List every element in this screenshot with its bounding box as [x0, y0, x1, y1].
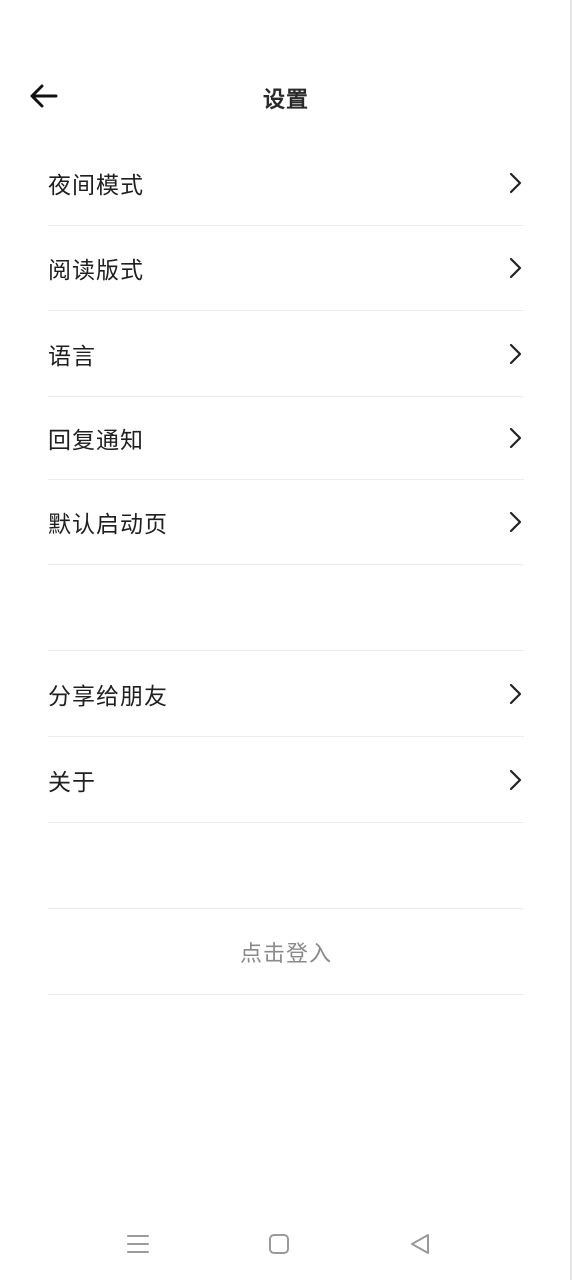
settings-item-label: 语言: [48, 343, 96, 370]
settings-item-night-mode[interactable]: 夜间模式: [48, 140, 524, 226]
triangle-back-icon: [409, 1233, 431, 1259]
page-title: 设置: [262, 88, 309, 113]
settings-item-default-start-page[interactable]: 默认启动页: [48, 480, 524, 564]
nav-menu-button[interactable]: [118, 1226, 158, 1266]
chevron-right-icon: [506, 682, 524, 706]
login-button[interactable]: 点击登入: [48, 910, 524, 994]
menu-icon: [126, 1233, 150, 1259]
chevron-right-icon: [506, 510, 524, 534]
nav-home-button[interactable]: [259, 1226, 299, 1266]
settings-item-label: 夜间模式: [48, 173, 144, 199]
settings-item-label: 回复通知: [48, 428, 144, 454]
chevron-right-icon: [506, 342, 524, 366]
square-home-icon: [268, 1233, 290, 1259]
nav-back-button[interactable]: [400, 1226, 440, 1266]
settings-item-label: 默认启动页: [48, 512, 168, 538]
chevron-right-icon: [506, 768, 524, 792]
settings-item-about[interactable]: 关于: [48, 737, 524, 822]
divider: [48, 822, 524, 823]
chevron-right-icon: [506, 426, 524, 450]
settings-item-language[interactable]: 语言: [48, 311, 524, 396]
top-bar: 设置: [0, 60, 572, 132]
divider: [48, 564, 524, 565]
settings-item-label: 分享给朋友: [48, 683, 168, 710]
settings-item-share[interactable]: 分享给朋友: [48, 651, 524, 736]
chevron-right-icon: [506, 171, 524, 195]
settings-item-reply-notification[interactable]: 回复通知: [48, 397, 524, 479]
settings-item-label: 阅读版式: [48, 258, 144, 284]
settings-item-reading-layout[interactable]: 阅读版式: [48, 226, 524, 310]
divider: [48, 908, 524, 909]
settings-item-label: 关于: [48, 769, 96, 796]
divider: [48, 994, 524, 995]
chevron-right-icon: [506, 256, 524, 280]
